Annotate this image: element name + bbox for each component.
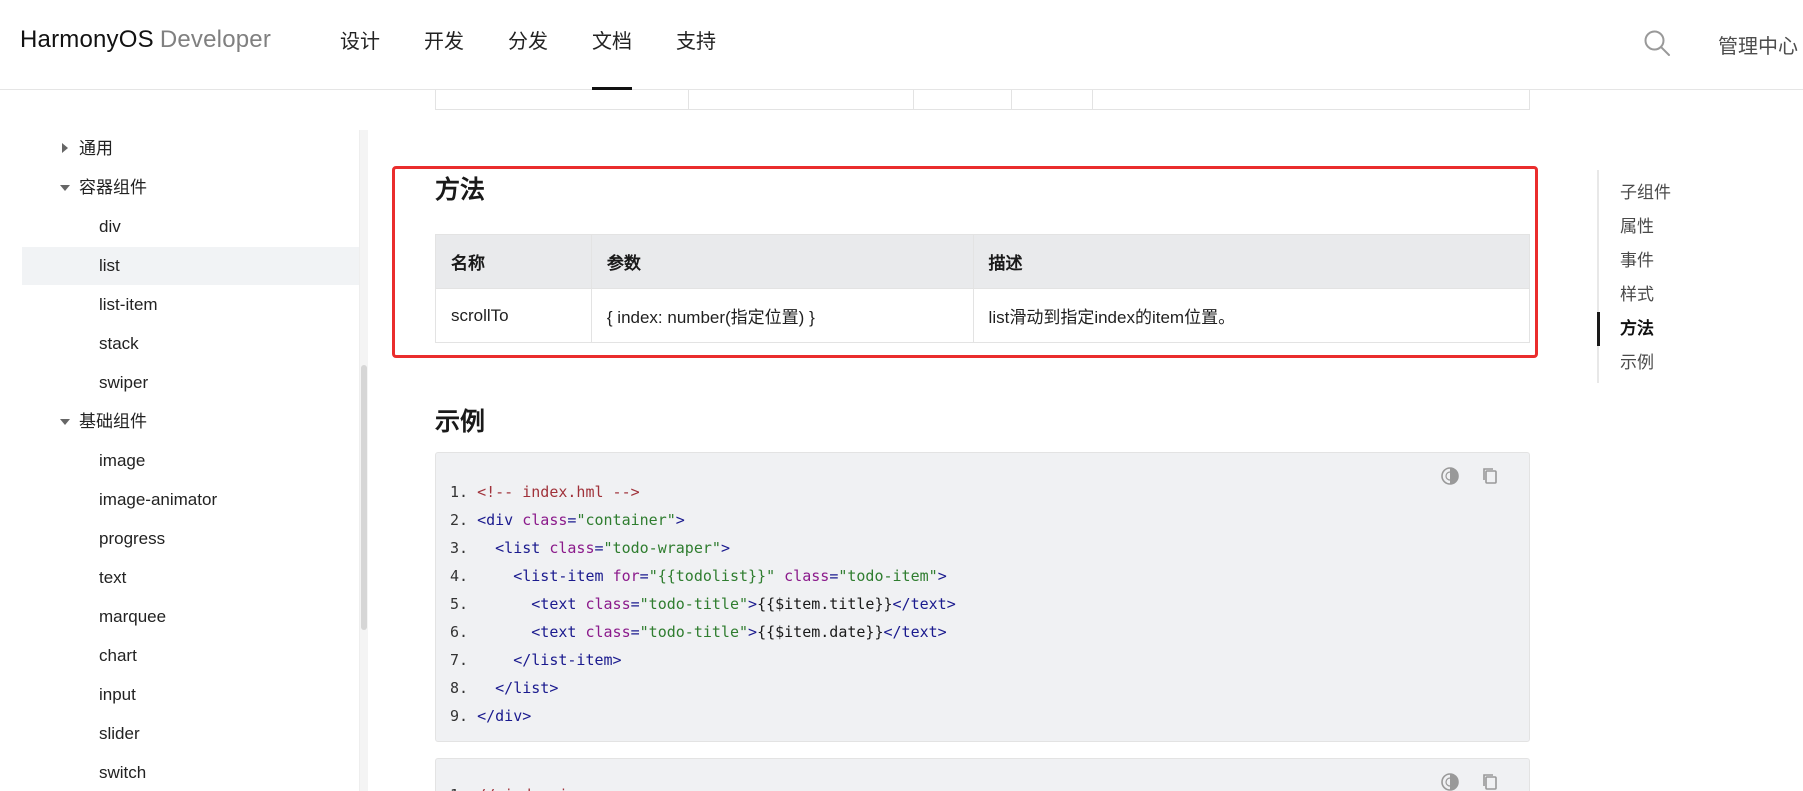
doc-sidebar: 通用容器组件 div list list-item stack swiper 基础组件 ima… [0, 130, 360, 791]
code-block-hml: 1. <!-- index.hml --> 2. <div class="cont… [435, 452, 1530, 742]
column-header-desc: 描述 [972, 234, 1531, 289]
sidebar-item-label: marquee [99, 607, 167, 626]
sidebar-item-label: text [99, 568, 127, 587]
sidebar-item[interactable]: switch [22, 754, 359, 791]
column-divider [688, 90, 689, 109]
sidebar-item[interactable]: image-animator [22, 481, 359, 519]
sidebar-category[interactable]: 基础组件 [22, 403, 359, 441]
method-params-cell: { index: number(指定位置) } [590, 288, 974, 343]
sidebar-item[interactable]: input [22, 676, 359, 714]
toc-item[interactable]: 事件 [1620, 246, 1654, 271]
sidebar-item-label: image [99, 451, 146, 470]
nav-item-3[interactable]: 分发 [508, 0, 548, 90]
nav-item-1[interactable]: 设计 [340, 0, 380, 90]
code-line: 6. <text class="todo-title">{{$item.date… [450, 623, 947, 641]
sidebar-item-label: switch [99, 763, 147, 782]
sidebar-item-label: image-animator [99, 490, 218, 509]
toc-item[interactable]: 子组件 [1620, 178, 1671, 203]
code-line: 5. <text class="todo-title">{{$item.titl… [450, 595, 956, 613]
column-header-name: 名称 [435, 234, 592, 289]
nav-item-5[interactable]: 支持 [676, 0, 716, 90]
sidebar-item-label: input [99, 685, 136, 704]
sidebar-item[interactable]: list [22, 247, 359, 285]
toc-item[interactable]: 属性 [1620, 212, 1654, 237]
methods-heading: 方法 [435, 176, 486, 204]
sidebar-item[interactable]: marquee [22, 598, 359, 636]
sidebar-item-label: 基础组件 [79, 412, 147, 431]
site-logo[interactable]: HarmonyOS Developer [20, 26, 271, 54]
column-divider [913, 90, 914, 109]
toc-item[interactable]: 样式 [1620, 280, 1654, 305]
top-header: HarmonyOS Developer 设计 开发 分发 文档 支持 管理中心 [0, 0, 1803, 90]
sidebar-item-label: list-item [99, 295, 158, 314]
column-divider [1011, 90, 1012, 109]
sidebar-item[interactable]: image [22, 442, 359, 480]
main-nav: 设计 开发 分发 文档 支持 [340, 0, 760, 90]
copy-icon[interactable] [1479, 771, 1501, 791]
sidebar-item[interactable]: stack [22, 325, 359, 363]
table-header-row: 名称 参数 描述 [435, 234, 1531, 289]
brand-name: HarmonyOS [20, 26, 154, 53]
admin-center-link[interactable]: 管理中心 [1718, 30, 1798, 59]
caret-down-icon[interactable] [22, 169, 70, 207]
code-line: 1. // index.js [450, 781, 576, 791]
code-content: 1. <!-- index.hml --> 2. <div class="cont… [450, 478, 956, 730]
sidebar-item[interactable]: slider [22, 715, 359, 753]
sidebar-item-label: list [99, 256, 120, 275]
code-content: 1. // index.js [450, 781, 576, 791]
sidebar-item[interactable]: progress [22, 520, 359, 558]
code-line: 8. </list> [450, 679, 559, 697]
sidebar-item-label: chart [99, 646, 137, 665]
caret-down-icon[interactable] [22, 403, 70, 441]
sidebar-scrollbar-thumb[interactable] [361, 365, 367, 630]
sidebar-category[interactable]: 容器组件 [22, 169, 359, 207]
sidebar-item[interactable]: swiper [22, 364, 359, 402]
sidebar-item-label: progress [99, 529, 166, 548]
column-header-params: 参数 [590, 234, 974, 289]
toc-active-indicator [1597, 312, 1600, 346]
brand-subtitle: Developer [159, 26, 272, 53]
sidebar-item-label: stack [99, 334, 139, 353]
sidebar-item-label: 容器组件 [79, 178, 147, 197]
example-heading: 示例 [435, 408, 486, 436]
theme-toggle-icon[interactable] [1439, 771, 1461, 791]
sidebar-item-label: swiper [99, 373, 149, 392]
code-line: 9. </div> [450, 707, 532, 725]
code-line: 1. <!-- index.hml --> [450, 483, 640, 501]
table-row: scrollTo { index: number(指定位置) } list滑动到… [435, 288, 1531, 343]
caret-right-icon[interactable] [22, 130, 68, 168]
code-line: 4. <list-item for="{{todolist}}" class="… [450, 567, 947, 585]
column-divider [1092, 90, 1093, 109]
nav-item-4[interactable]: 文档 [592, 0, 632, 90]
toc-item[interactable]: 示例 [1620, 348, 1654, 373]
previous-table-bottom [435, 90, 1530, 110]
copy-icon[interactable] [1479, 465, 1501, 487]
sidebar-item[interactable]: div [22, 208, 359, 246]
code-line: 2. <div class="container"> [450, 511, 685, 529]
method-name-cell: scrollTo [435, 288, 592, 343]
sidebar-item[interactable]: chart [22, 637, 359, 675]
method-desc-cell: list滑动到指定index的item位置。 [972, 288, 1531, 343]
nav-item-2[interactable]: 开发 [424, 0, 464, 90]
sidebar-item-label: slider [99, 724, 140, 743]
sidebar-category[interactable]: 通用 [22, 130, 359, 168]
code-block-js: 1. // index.js [435, 758, 1530, 791]
theme-toggle-icon[interactable] [1439, 465, 1461, 487]
toc-rail [1597, 170, 1599, 383]
sidebar-item-label: div [99, 217, 121, 236]
sidebar-item-label: 通用 [79, 139, 113, 158]
sidebar-item[interactable]: text [22, 559, 359, 597]
methods-table: 名称 参数 描述 scrollTo { index: number(指定位置) … [435, 234, 1531, 343]
sidebar-item[interactable]: list-item [22, 286, 359, 324]
search-icon[interactable] [1642, 28, 1672, 58]
doc-content: 方法 名称 参数 描述 scrollTo { index: number(指定位… [435, 90, 1531, 791]
toc-item[interactable]: 方法 [1620, 314, 1654, 339]
code-line: 3. <list class="todo-wraper"> [450, 539, 730, 557]
code-line: 7. </list-item> [450, 651, 622, 669]
